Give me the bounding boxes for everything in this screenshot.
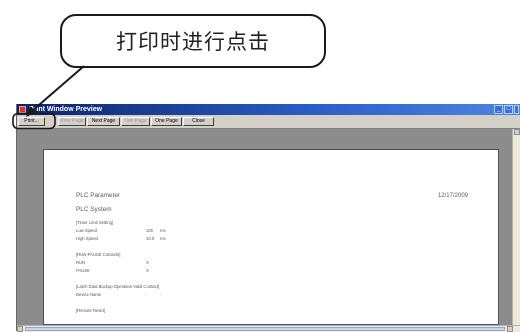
prev-page-button[interactable]: Prev Page [58,117,86,126]
vertical-scrollbar[interactable] [512,129,520,325]
doc-line: [Timer Limit Setting] [76,220,113,225]
callout-bubble: 打印时进行点击 [60,14,326,68]
doc-line-value: 100 [146,228,153,233]
doc-line-label: [Remote Reset] [76,308,106,313]
preview-workspace: PLC Parameter 12/17/2009 PLC System [Tim… [17,129,513,325]
doc-line: Device Name - - [76,292,161,297]
doc-line-value: 10.0 [146,236,155,241]
two-page-button[interactable]: Two Page [121,117,150,126]
doc-section: PLC System [76,206,112,213]
doc-line-unit: ms [160,236,166,241]
next-page-button[interactable]: Next Page [87,117,120,126]
doc-line: RUN X [76,260,149,265]
close-button[interactable]: Close [183,117,214,126]
print-preview-window: Print Window Preview _ □ Print... Prev P… [16,104,520,332]
doc-line: [Remote Reset] [76,308,105,313]
title-bar: Print Window Preview _ □ [17,104,520,115]
doc-line-unit: ms [160,228,166,233]
scroll-thumb[interactable] [25,327,505,331]
doc-line-label: RUN [76,260,86,265]
doc-line: PAUSE X [76,268,149,273]
preview-toolbar: Print... Prev Page Next Page Two Page On… [17,115,520,129]
doc-line-label: [Latch Data Backup Operation Valid Conta… [76,284,160,289]
window-controls: _ □ [494,105,519,114]
doc-line-label: [RUN-PAUSE Contacts] [76,252,121,257]
doc-line-value: X [146,268,149,273]
scroll-right-icon[interactable] [507,326,513,332]
doc-line-value: - [146,292,148,297]
doc-line-unit: - [160,292,162,297]
doc-line-label: [Timer Limit Setting] [76,220,114,225]
doc-line: High Speed 10.0 ms [76,236,166,241]
preview-page: PLC Parameter 12/17/2009 PLC System [Tim… [43,149,499,325]
print-button[interactable]: Print... [18,117,45,126]
doc-line: Low Speed 100 ms [76,228,166,233]
doc-line-label: High Speed [76,236,98,241]
doc-title: PLC Parameter [76,192,121,199]
doc-line-label: Low Speed [76,228,97,233]
close-icon[interactable] [514,105,519,114]
maximize-icon[interactable]: □ [504,105,513,114]
callout-text: 打印时进行点击 [116,30,270,54]
scroll-up-icon[interactable] [514,129,520,135]
one-page-button[interactable]: One Page [151,117,182,126]
scroll-left-icon[interactable] [17,326,23,332]
doc-line-label: PAUSE [76,268,90,273]
doc-line-label: Device Name [76,292,102,297]
doc-line-value: X [146,260,149,265]
minimize-icon[interactable]: _ [494,105,503,114]
app-icon [19,106,26,113]
doc-date: 12/17/2009 [437,193,468,199]
doc-line: [RUN-PAUSE Contacts] [76,252,120,257]
doc-line: [Latch Data Backup Operation Valid Conta… [76,284,159,289]
window-title: Print Window Preview [29,106,103,113]
